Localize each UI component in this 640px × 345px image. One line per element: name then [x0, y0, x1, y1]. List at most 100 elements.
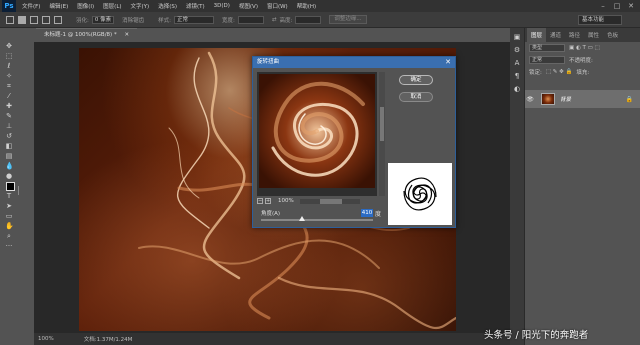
history-brush-tool-icon[interactable]: ↺: [5, 132, 13, 140]
tab-paths[interactable]: 路径: [565, 31, 584, 42]
magic-wand-tool-icon[interactable]: ✧: [5, 72, 13, 80]
filter-preview[interactable]: [257, 72, 377, 196]
document-tab[interactable]: 未标题-1 @ 100%(RGB/8) * ✕: [36, 28, 138, 42]
height-input[interactable]: [295, 15, 322, 24]
twirl-dialog: 旋转扭曲 ✕ − + 100% 确定 取消 角度(A) 410 度: [252, 56, 456, 228]
angle-input[interactable]: 410: [361, 209, 373, 217]
brush-tool-icon[interactable]: ✎: [5, 112, 13, 120]
angle-unit: 度: [375, 210, 382, 218]
close-window-icon[interactable]: ✕: [624, 0, 638, 12]
feather-input[interactable]: 0 像素: [91, 15, 115, 24]
marquee-tool-icon[interactable]: ⬚: [5, 52, 13, 60]
menu-filter[interactable]: 滤镜(T): [186, 2, 205, 10]
path-selection-tool-icon[interactable]: ➤: [5, 202, 13, 210]
tab-properties[interactable]: 属性: [584, 31, 603, 42]
style-select[interactable]: 正常: [173, 15, 214, 24]
ok-button[interactable]: 确定: [399, 75, 433, 85]
width-input[interactable]: [237, 15, 264, 24]
adjustments-panel-icon[interactable]: ◐: [513, 85, 521, 93]
dodge-tool-icon[interactable]: ●: [5, 172, 13, 180]
healing-brush-tool-icon[interactable]: ✚: [5, 102, 13, 110]
paragraph-panel-icon[interactable]: ¶: [513, 72, 521, 80]
marquee-preset-icon[interactable]: [6, 15, 14, 24]
more-tools-icon[interactable]: ···: [5, 242, 13, 250]
horizontal-scroll-thumb[interactable]: [319, 198, 342, 204]
height-label: 高度:: [279, 17, 293, 24]
character-panel-icon[interactable]: A: [513, 59, 521, 67]
angle-slider[interactable]: [261, 216, 373, 221]
gradient-tool-icon[interactable]: ▤: [5, 152, 13, 160]
properties-panel-icon[interactable]: ⚙: [513, 46, 521, 54]
maximize-icon[interactable]: □: [610, 0, 624, 12]
menu-edit[interactable]: 编辑(E): [49, 2, 68, 10]
menu-layer[interactable]: 图层(L): [103, 2, 121, 10]
zoom-in-button[interactable]: +: [265, 198, 271, 204]
document-info[interactable]: 文档:1.37M/1.24M: [84, 335, 133, 343]
foreground-color-swatch[interactable]: [6, 182, 15, 191]
width-label: 宽度:: [221, 17, 235, 24]
layers-panel: 图层 通道 路径 属性 色板 类型 ▣ ◐ T ▭ ⬚ 正常 不透明度: 锁定:…: [524, 28, 640, 345]
menu-window[interactable]: 窗口(W): [267, 2, 288, 10]
history-panel-icon[interactable]: ▣: [513, 33, 521, 41]
tab-channels[interactable]: 通道: [546, 31, 565, 42]
status-bar: 100% 文档:1.37M/1.24M: [34, 333, 510, 345]
preview-vertical-scrollbar[interactable]: [379, 72, 385, 196]
lock-row: 锁定: ⬚ ✎ ✥ 🔒 填充:: [525, 66, 640, 78]
opacity-label: 不透明度:: [569, 58, 593, 64]
close-tab-icon[interactable]: ✕: [124, 32, 129, 38]
spiral-icon: [403, 177, 437, 211]
add-selection-icon[interactable]: [30, 15, 38, 24]
vertical-scroll-thumb[interactable]: [380, 107, 384, 141]
layer-name[interactable]: 背景: [560, 95, 571, 103]
subtract-selection-icon[interactable]: [42, 15, 50, 24]
preview-zoom-value: 100%: [278, 198, 294, 204]
angle-label: 角度(A): [261, 211, 281, 217]
close-icon[interactable]: ✕: [445, 57, 451, 68]
move-tool-icon[interactable]: ✥: [5, 42, 13, 50]
panel-tabs: 图层 通道 路径 属性 色板: [525, 28, 640, 42]
menu-help[interactable]: 帮助(H): [297, 2, 316, 10]
preview-horizontal-scrollbar[interactable]: [299, 198, 360, 204]
type-tool-icon[interactable]: T: [5, 192, 13, 200]
filter-icons[interactable]: ▣ ◐ T ▭ ⬚: [569, 45, 600, 51]
tab-swatches[interactable]: 色板: [603, 31, 622, 42]
zoom-level[interactable]: 100%: [38, 336, 54, 342]
refine-edge-button[interactable]: 调整边缘...: [329, 15, 367, 24]
crop-tool-icon[interactable]: ⌗: [5, 82, 13, 90]
eye-icon[interactable]: 👁: [525, 96, 535, 103]
hand-tool-icon[interactable]: ✋: [5, 222, 14, 230]
intersect-selection-icon[interactable]: [54, 15, 62, 24]
layer-row-background[interactable]: 👁 背景 🔒: [525, 90, 640, 108]
angle-slider-knob[interactable]: [299, 216, 305, 221]
menu-file[interactable]: 文件(F): [22, 2, 40, 10]
lasso-tool-icon[interactable]: ℓ: [5, 62, 13, 70]
preview-zoom-controls: − + 100%: [257, 197, 360, 205]
menu-view[interactable]: 视图(V): [239, 2, 258, 10]
lock-icons[interactable]: ⬚ ✎ ✥ 🔒: [546, 69, 573, 75]
kind-filter-select[interactable]: 类型: [529, 44, 565, 52]
antialias-checkbox[interactable]: 消除锯齿: [122, 16, 144, 24]
workspace-select[interactable]: 基本功能: [578, 15, 622, 25]
filter-row: 类型 ▣ ◐ T ▭ ⬚: [525, 42, 640, 54]
new-selection-icon[interactable]: [18, 15, 26, 24]
feather-label: 羽化:: [76, 17, 89, 24]
menu-3d[interactable]: 3D(D): [214, 3, 230, 9]
watermark-text: 头条号 / 阳光下的奔跑者: [484, 330, 589, 341]
swap-icon[interactable]: ⇄: [272, 17, 277, 23]
clone-stamp-tool-icon[interactable]: ⊥: [5, 122, 13, 130]
shape-tool-icon[interactable]: ▭: [5, 212, 13, 220]
menu-image[interactable]: 图像(I): [77, 2, 94, 10]
fill-label: 填充:: [576, 70, 590, 76]
eyedropper-tool-icon[interactable]: ⁄: [5, 92, 13, 100]
blend-mode-select[interactable]: 正常: [529, 56, 565, 64]
cancel-button[interactable]: 取消: [399, 92, 433, 102]
menu-type[interactable]: 文字(Y): [131, 2, 150, 10]
blur-tool-icon[interactable]: 💧: [5, 162, 14, 170]
tab-layers[interactable]: 图层: [527, 28, 547, 42]
zoom-tool-icon[interactable]: ⌕: [5, 232, 13, 240]
menu-select[interactable]: 选择(S): [158, 2, 177, 10]
eraser-tool-icon[interactable]: ◧: [5, 142, 13, 150]
zoom-out-button[interactable]: −: [257, 198, 263, 204]
minimize-icon[interactable]: –: [596, 0, 610, 12]
style-label: 样式:: [158, 17, 171, 24]
